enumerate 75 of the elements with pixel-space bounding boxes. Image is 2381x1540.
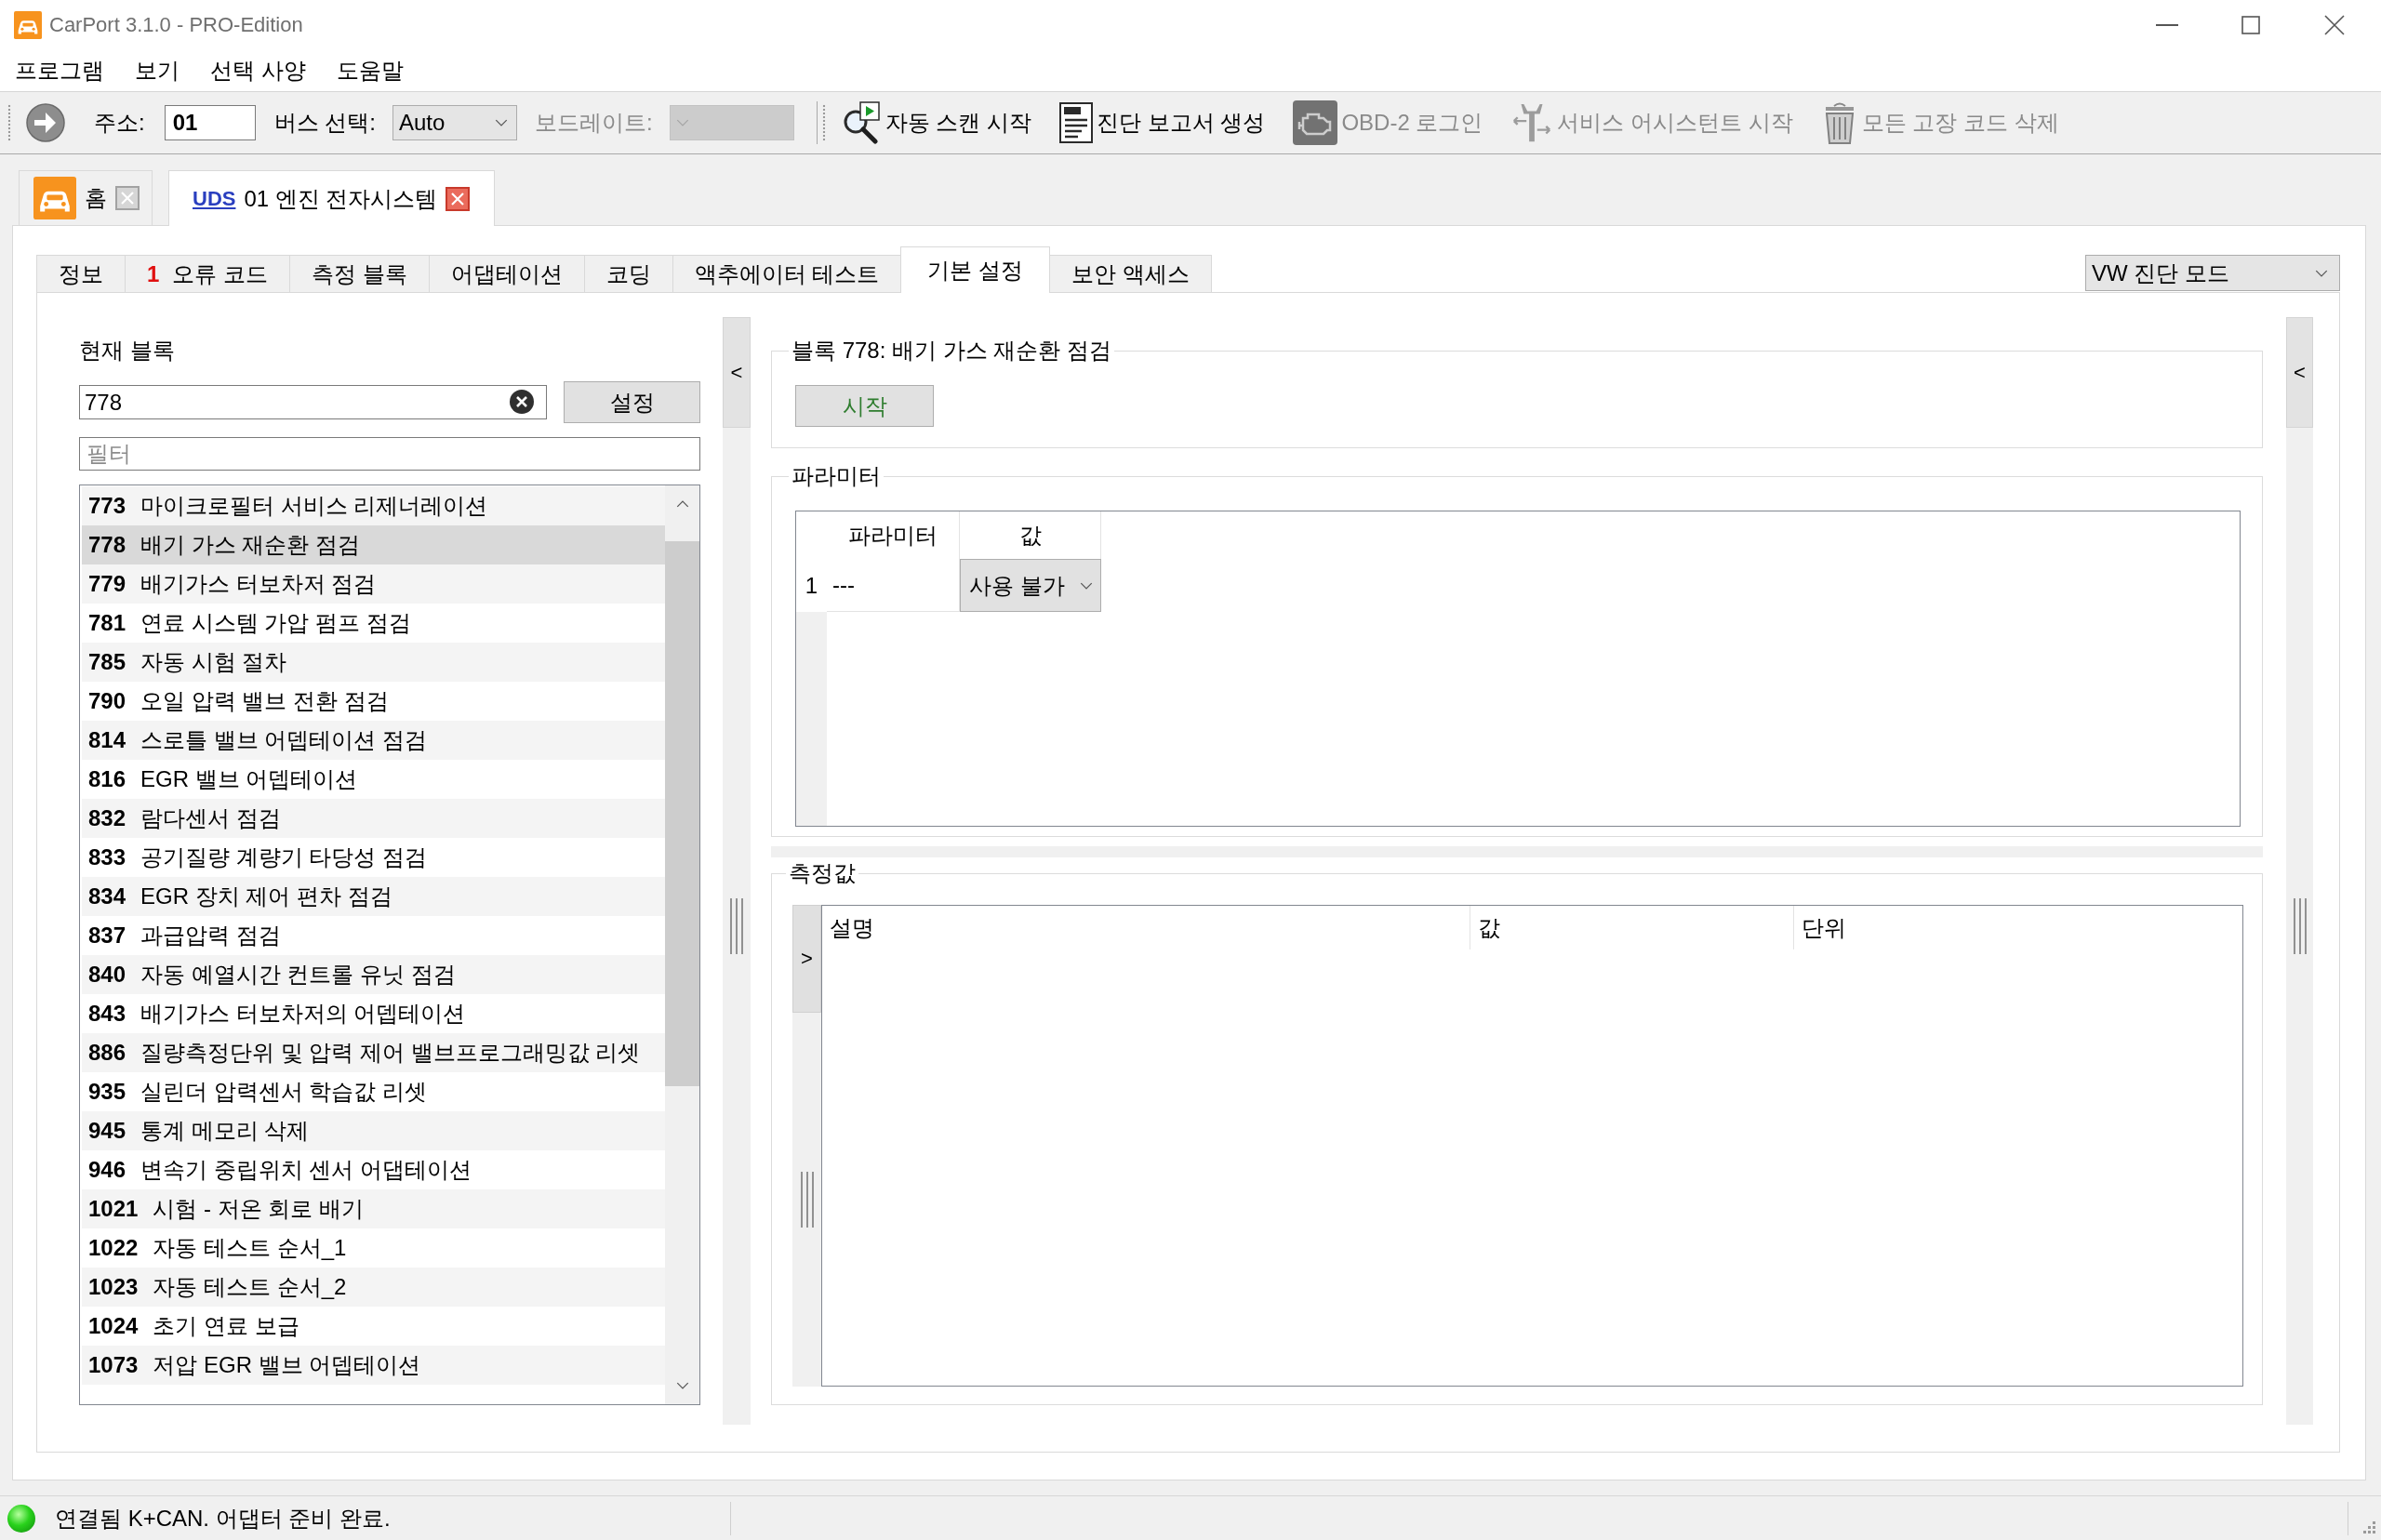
group-title: 블록 778: 배기 가스 재순환 점검	[791, 337, 1113, 365]
address-field[interactable]: 01	[164, 105, 256, 140]
block-list-item[interactable]: 814 스로틀 밸브 어뎁테이션 점검	[82, 721, 665, 760]
column-header: 파라미터	[827, 511, 960, 559]
chevron-down-icon[interactable]	[675, 1382, 689, 1389]
tab[interactable]: 측정 블록	[289, 255, 430, 292]
maximize-icon[interactable]	[2241, 16, 2260, 34]
value-dropdown[interactable]: 사용 불가	[960, 559, 1101, 612]
engine-icon	[1293, 100, 1338, 145]
set-button[interactable]: 설정	[564, 381, 700, 423]
block-list-item[interactable]: 778 배기 가스 재순환 점검	[82, 525, 665, 564]
car-icon	[33, 177, 76, 219]
menu-item[interactable]: 프로그램	[6, 53, 113, 88]
clear-icon[interactable]	[509, 389, 535, 415]
document-tab[interactable]: 홈	[19, 170, 153, 225]
block-list-item[interactable]: 945 통계 메모리 삭제	[82, 1111, 665, 1150]
block-list-item[interactable]: 886 질량측정단위 및 압력 제어 밸브프로그래밍값 리셋	[82, 1033, 665, 1072]
menu-item[interactable]: 선택 사양	[201, 53, 315, 88]
tab[interactable]: 정보	[36, 255, 126, 292]
block-list-item[interactable]: 785 자동 시험 절차	[82, 643, 665, 682]
block-list-item[interactable]: 832 람다센서 점검	[82, 799, 665, 838]
row-number: 1	[804, 571, 819, 600]
document-tab[interactable]: UDS 01 엔진 전자시스템	[168, 170, 496, 226]
menu-item[interactable]: 보기	[126, 53, 189, 88]
baud-rate-label: 보드레이트:	[535, 109, 653, 137]
car-icon	[14, 11, 42, 39]
collapse-button[interactable]: <	[723, 317, 751, 428]
menu-item[interactable]: 도움말	[326, 53, 413, 88]
block-number-field[interactable]: 778	[79, 385, 547, 419]
mode-dropdown[interactable]: VW 진단 모드	[2085, 255, 2340, 291]
block-list-item[interactable]: 1021 시험 - 저온 회로 배기	[82, 1189, 665, 1228]
toolbar-button[interactable]: 진단 보고서 생성	[1056, 97, 1270, 149]
chevron-down-icon	[675, 119, 689, 126]
column-header: 단위	[1801, 913, 1847, 942]
chevron-down-icon	[495, 119, 508, 126]
grip-icon[interactable]	[800, 1172, 814, 1228]
window-title: CarPort 3.1.0 - PRO-Edition	[49, 13, 303, 37]
status-text: 연결됨 K+CAN. 어댑터 준비 완료.	[55, 1504, 391, 1533]
chevron-down-icon	[1080, 581, 1093, 590]
group-title: 파라미터	[791, 462, 882, 490]
block-list-item[interactable]: 834 EGR 장치 제어 편차 점검	[82, 877, 665, 916]
chevron-down-icon	[2315, 269, 2328, 277]
tab[interactable]: 보안 액세스	[1049, 255, 1212, 292]
scrollbar-thumb[interactable]	[665, 541, 699, 1086]
toolbar-button[interactable]: 자동 스캔 시작	[836, 97, 1036, 149]
block-list-item[interactable]: 840 자동 예열시간 컨트롤 유닛 점검	[82, 955, 665, 994]
grip-icon[interactable]	[730, 898, 743, 954]
column-header: 값	[1470, 906, 1794, 949]
bus-dropdown[interactable]: Auto	[392, 105, 517, 140]
tab[interactable]: 코딩	[583, 255, 673, 292]
filter-field[interactable]: 필터	[79, 437, 700, 471]
expand-button[interactable]: >	[792, 905, 821, 1013]
close-icon[interactable]	[446, 186, 471, 211]
chevron-up-icon[interactable]	[675, 500, 689, 508]
tab[interactable]: 어댑테이션	[428, 255, 585, 292]
scrollbar[interactable]	[665, 485, 699, 1404]
block-list-item[interactable]: 779 배기가스 터보차저 점검	[82, 564, 665, 604]
tab[interactable]: 액추에이터 테스트	[672, 255, 902, 292]
bus-label: 버스 선택:	[273, 109, 376, 137]
grip-icon[interactable]	[2293, 898, 2307, 954]
grip-icon[interactable]	[7, 104, 11, 141]
block-list-item[interactable]: 1023 자동 테스트 순서_2	[82, 1268, 665, 1307]
group-title: 측정값	[788, 859, 857, 887]
block-list-item[interactable]: 1073 저압 EGR 밸브 어뎁테이션	[82, 1346, 665, 1385]
grip-icon[interactable]	[821, 104, 826, 141]
collapse-button[interactable]: <	[2286, 317, 2313, 428]
tab[interactable]: 1 오류 코드	[125, 255, 291, 292]
block-label: 현재 블록	[79, 337, 176, 365]
document-icon	[1059, 102, 1094, 143]
start-button[interactable]: 시작	[795, 385, 934, 427]
address-label: 주소:	[94, 109, 145, 137]
tab[interactable]: 기본 설정	[900, 246, 1051, 293]
close-icon[interactable]	[2324, 15, 2345, 35]
block-list-item[interactable]: 773 마이크로필터 서비스 리제너레이션	[82, 486, 665, 525]
column-header: 설명	[822, 906, 1470, 949]
